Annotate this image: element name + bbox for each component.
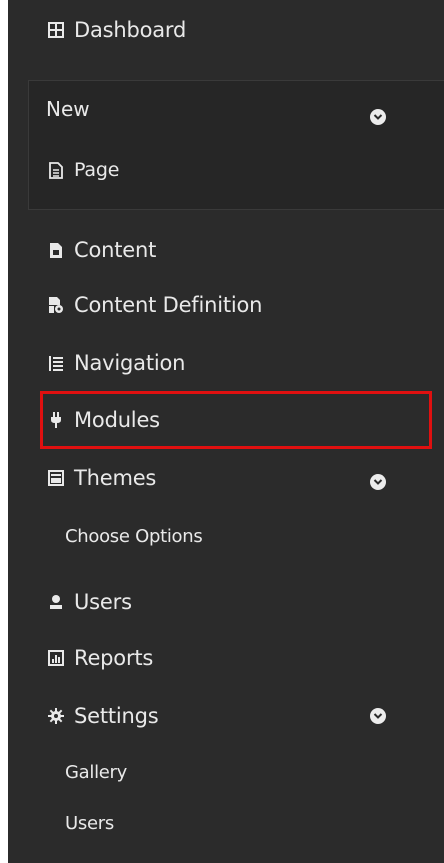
sidebar-subitem-gallery[interactable]: Gallery — [8, 752, 444, 792]
reports-icon — [46, 650, 66, 666]
sidebar-item-users[interactable]: Users — [8, 580, 444, 624]
sidebar-subitem-label: Users — [65, 812, 114, 834]
chevron-down-icon[interactable] — [370, 109, 386, 125]
sidebar-item-label: Themes — [74, 466, 157, 490]
dashboard-icon — [46, 22, 66, 38]
plug-icon — [46, 411, 66, 429]
content-icon — [46, 242, 66, 259]
sidebar-item-navigation[interactable]: Navigation — [8, 341, 444, 385]
sidebar-item-label: Content — [74, 238, 157, 262]
new-section-title[interactable]: New — [46, 97, 90, 121]
sidebar-item-label: Settings — [74, 704, 159, 728]
sidebar-item-dashboard[interactable]: Dashboard — [8, 8, 444, 52]
sidebar-item-label: Page — [74, 159, 120, 181]
navigation-icon — [46, 355, 66, 372]
sidebar-subitem-label: Choose Options — [65, 525, 203, 547]
themes-icon — [46, 470, 66, 486]
sidebar-item-reports[interactable]: Reports — [8, 636, 444, 680]
admin-sidebar: Dashboard New Page Content Content Defin… — [8, 0, 444, 863]
gear-icon — [46, 708, 66, 724]
user-icon — [46, 594, 66, 610]
sidebar-item-content[interactable]: Content — [8, 228, 444, 272]
sidebar-item-label: Navigation — [74, 351, 186, 375]
sidebar-item-label: Content Definition — [74, 293, 263, 317]
sidebar-item-modules[interactable]: Modules — [8, 398, 444, 442]
sidebar-subitem-users[interactable]: Users — [8, 803, 444, 843]
sidebar-item-label: Users — [74, 590, 132, 614]
sidebar-subitem-choose-options[interactable]: Choose Options — [8, 516, 444, 556]
chevron-down-icon[interactable] — [370, 474, 386, 490]
page-margin — [0, 0, 8, 863]
sidebar-item-label: Dashboard — [74, 18, 187, 42]
new-item-page[interactable]: Page — [8, 148, 444, 192]
sidebar-item-label: Reports — [74, 646, 154, 670]
sidebar-subitem-label: Gallery — [65, 761, 128, 783]
sidebar-item-label: Modules — [74, 408, 160, 432]
sidebar-item-content-definition[interactable]: Content Definition — [8, 283, 444, 327]
chevron-down-icon[interactable] — [370, 708, 386, 724]
content-definition-icon — [46, 296, 66, 314]
page-icon — [46, 161, 66, 179]
